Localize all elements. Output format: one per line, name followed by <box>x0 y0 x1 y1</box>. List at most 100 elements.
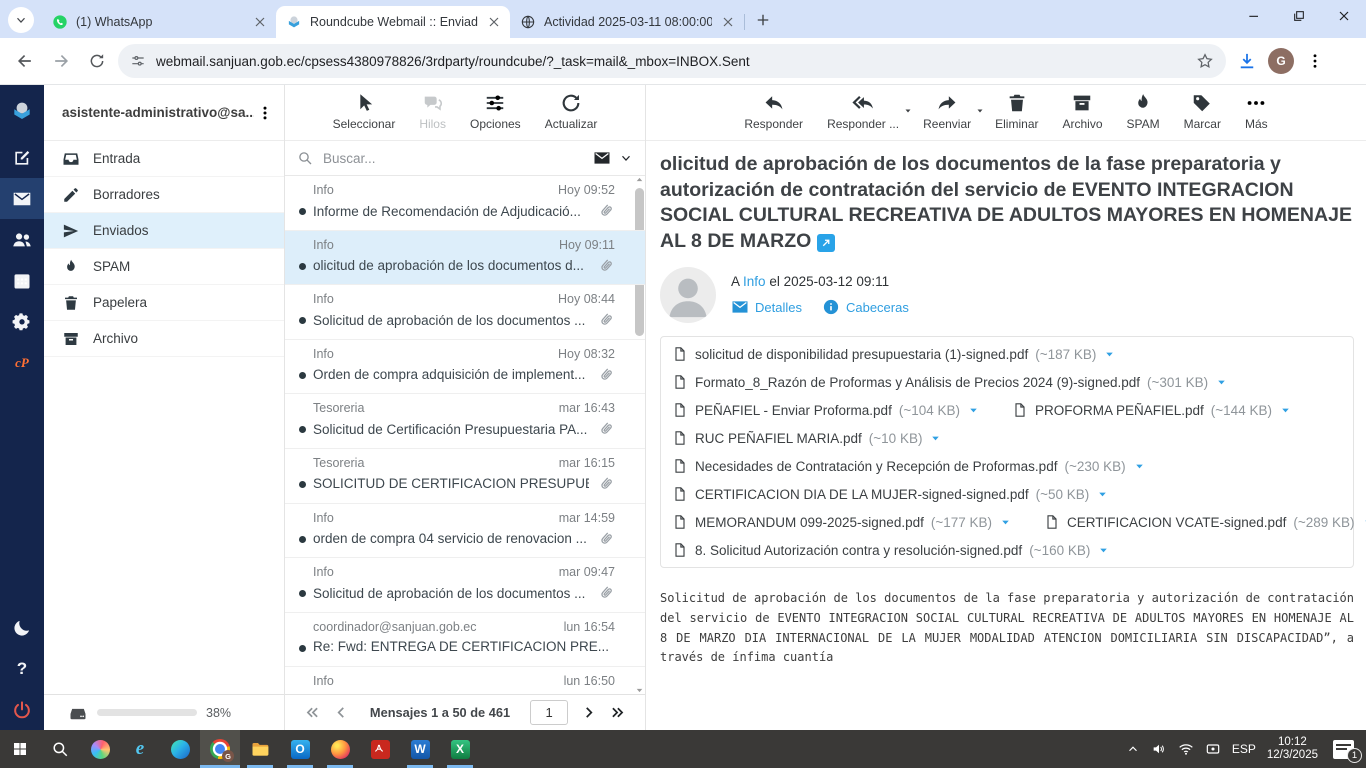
minimize-button[interactable] <box>1231 0 1276 32</box>
taskbar-start-button[interactable] <box>0 730 40 768</box>
taskbar-word-button[interactable]: W <box>400 730 440 768</box>
meet-now-icon[interactable] <box>1205 741 1221 757</box>
message-list-item[interactable]: Infolun 16:50 <box>285 667 645 694</box>
headers-button[interactable]: Cabeceras <box>822 298 909 316</box>
message-toolbar-eliminar[interactable]: Eliminar <box>993 92 1040 140</box>
attachment-menu-caret-icon[interactable] <box>1215 376 1228 389</box>
search-options-chevron-icon[interactable] <box>619 151 633 165</box>
tab-close-icon[interactable] <box>486 14 502 30</box>
attachment-link[interactable]: CERTIFICACION DIA DE LA MUJER-signed-sig… <box>672 486 1109 502</box>
rail-cpanel-button[interactable]: cP <box>0 342 44 383</box>
attachment-link[interactable]: CERTIFICACION VCATE-signed.pdf(~289 KB) <box>1044 514 1366 530</box>
taskbar-file-explorer-button[interactable] <box>240 730 280 768</box>
message-list-item[interactable]: InfoHoy 08:44Solicitud de aprobación de … <box>285 285 645 340</box>
account-menu-button[interactable] <box>254 102 276 124</box>
tray-expand-icon[interactable] <box>1126 742 1140 756</box>
tab-close-icon[interactable] <box>252 14 268 30</box>
browser-profile-avatar[interactable]: G <box>1268 48 1294 74</box>
forward-button[interactable] <box>46 46 76 76</box>
taskbar-internet-explorer-button[interactable]: e <box>120 730 160 768</box>
message-list-item[interactable]: InfoHoy 09:52Informe de Recomendación de… <box>285 176 645 231</box>
tab-search-button[interactable] <box>8 7 34 33</box>
rail-mail-button[interactable] <box>0 178 44 219</box>
sidebar-folder-entrada[interactable]: Entrada <box>44 141 284 177</box>
prev-page-icon[interactable] <box>333 704 350 721</box>
open-in-new-window-icon[interactable] <box>817 234 835 252</box>
search-scope-mail-icon[interactable] <box>593 149 611 167</box>
taskbar-copilot-button[interactable] <box>80 730 120 768</box>
list-toolbar-hilos[interactable]: Hilos <box>417 92 448 140</box>
browser-tab[interactable]: Actividad 2025-03-11 08:00:00 <box>510 6 744 38</box>
message-toolbar-responder[interactable]: Responder <box>742 92 805 140</box>
list-toolbar-seleccionar[interactable]: Seleccionar <box>331 92 398 140</box>
taskbar-search-button[interactable] <box>40 730 80 768</box>
dropdown-caret-icon[interactable] <box>975 106 985 116</box>
search-input[interactable] <box>321 150 585 167</box>
reload-button[interactable] <box>82 46 112 76</box>
taskbar-outlook-button[interactable]: O <box>280 730 320 768</box>
list-toolbar-opciones[interactable]: Opciones <box>468 92 523 140</box>
attachment-link[interactable]: 8. Solicitud Autorización contra y resol… <box>672 542 1110 558</box>
attachment-menu-caret-icon[interactable] <box>1096 488 1109 501</box>
attachment-menu-caret-icon[interactable] <box>967 404 980 417</box>
next-page-icon[interactable] <box>580 704 597 721</box>
sidebar-folder-spam[interactable]: SPAM <box>44 249 284 285</box>
attachment-link[interactable]: PROFORMA PEÑAFIEL.pdf(~144 KB) <box>1012 402 1292 418</box>
downloads-button[interactable] <box>1232 46 1262 76</box>
message-toolbar-responder-[interactable]: Responder ... <box>825 92 901 140</box>
browser-menu-button[interactable] <box>1300 46 1330 76</box>
sidebar-folder-archivo[interactable]: Archivo <box>44 321 284 357</box>
tab-close-icon[interactable] <box>720 14 736 30</box>
message-list-item[interactable]: Infomar 14:59orden de compra 04 servicio… <box>285 504 645 559</box>
attachment-link[interactable]: MEMORANDUM 099-2025-signed.pdf(~177 KB) <box>672 514 1012 530</box>
message-list-item[interactable]: coordinador@sanjuan.gob.eclun 16:54Re: F… <box>285 613 645 668</box>
message-toolbar-m-s[interactable]: Más <box>1243 92 1270 140</box>
message-toolbar-spam[interactable]: SPAM <box>1125 92 1162 140</box>
dropdown-caret-icon[interactable] <box>903 106 913 116</box>
message-list-item[interactable]: InfoHoy 09:11olicitud de aprobación de l… <box>285 231 645 286</box>
details-button[interactable]: Detalles <box>731 298 802 316</box>
logout-button[interactable] <box>0 689 44 730</box>
sidebar-folder-papelera[interactable]: Papelera <box>44 285 284 321</box>
bookmark-star-icon[interactable] <box>1196 52 1214 70</box>
sidebar-folder-borradores[interactable]: Borradores <box>44 177 284 213</box>
attachment-menu-caret-icon[interactable] <box>1097 544 1110 557</box>
list-toolbar-actualizar[interactable]: Actualizar <box>543 92 600 140</box>
first-page-icon[interactable] <box>304 704 321 721</box>
wifi-icon[interactable] <box>1178 741 1194 757</box>
rail-compose-button[interactable] <box>0 137 44 178</box>
taskbar-chrome-button[interactable]: G <box>200 730 240 768</box>
taskbar-excel-button[interactable]: X <box>440 730 480 768</box>
attachment-link[interactable]: Necesidades de Contratación y Recepción … <box>672 458 1146 474</box>
dark-mode-button[interactable] <box>0 607 44 648</box>
site-settings-icon[interactable] <box>130 53 146 69</box>
attachment-menu-caret-icon[interactable] <box>1133 460 1146 473</box>
attachment-menu-caret-icon[interactable] <box>1279 404 1292 417</box>
clock[interactable]: 10:12 12/3/2025 <box>1267 736 1318 763</box>
rail-settings-button[interactable] <box>0 301 44 342</box>
page-input[interactable] <box>530 700 568 725</box>
sidebar-folder-enviados[interactable]: Enviados <box>44 213 284 249</box>
notification-center-button[interactable]: 1 <box>1333 740 1354 759</box>
message-toolbar-marcar[interactable]: Marcar <box>1182 92 1223 140</box>
omnibox[interactable]: webmail.sanjuan.gob.ec/cpsess4380978826/… <box>118 44 1226 78</box>
attachment-link[interactable]: Formato_8_Razón de Proformas y Análisis … <box>672 374 1228 390</box>
message-toolbar-reenviar[interactable]: Reenviar <box>921 92 973 140</box>
attachment-menu-caret-icon[interactable] <box>1103 348 1116 361</box>
rail-calendar-button[interactable] <box>0 260 44 301</box>
attachment-menu-caret-icon[interactable] <box>1362 516 1366 529</box>
back-button[interactable] <box>10 46 40 76</box>
recipient-link[interactable]: Info <box>743 274 766 289</box>
browser-tab[interactable]: (1) WhatsApp <box>42 6 276 38</box>
message-list-item[interactable]: InfoHoy 08:32Orden de compra adquisición… <box>285 340 645 395</box>
language-indicator[interactable]: ESP <box>1232 742 1256 756</box>
message-list-item[interactable]: Tesoreriamar 16:43Solicitud de Certifica… <box>285 394 645 449</box>
attachment-menu-caret-icon[interactable] <box>929 432 942 445</box>
message-list-item[interactable]: Infomar 09:47Solicitud de aprobación de … <box>285 558 645 613</box>
taskbar-edge-button[interactable] <box>160 730 200 768</box>
help-button[interactable]: ? <box>0 648 44 689</box>
attachment-link[interactable]: solicitud de disponibilidad presupuestar… <box>672 346 1116 362</box>
message-toolbar-archivo[interactable]: Archivo <box>1060 92 1104 140</box>
message-list-item[interactable]: Tesoreriamar 16:15SOLICITUD DE CERTIFICA… <box>285 449 645 504</box>
new-tab-button[interactable] <box>750 7 776 33</box>
